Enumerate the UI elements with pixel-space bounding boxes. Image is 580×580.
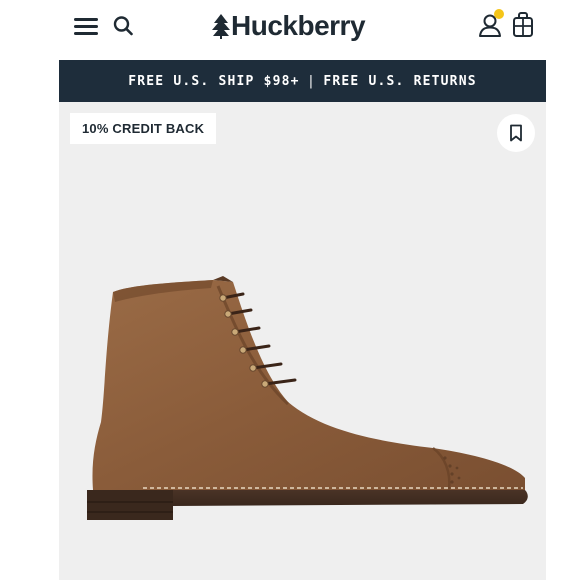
product-image-area[interactable]: 10% CREDIT BACK	[59, 102, 546, 580]
tree-icon	[212, 14, 230, 39]
menu-line	[74, 18, 98, 21]
product-boot-image	[87, 276, 528, 520]
menu-line	[74, 25, 98, 28]
brand-name: Huckberry	[231, 10, 366, 41]
notification-dot	[494, 9, 504, 19]
site-header: Huckberry	[0, 0, 580, 60]
user-icon[interactable]	[476, 8, 508, 40]
promo-banner[interactable]: FREE U.S. SHIP $98+ | FREE U.S. RETURNS	[59, 60, 546, 102]
credit-back-badge: 10% CREDIT BACK	[70, 113, 217, 144]
bag-icon[interactable]	[508, 10, 538, 40]
promo-separator: |	[308, 73, 315, 89]
hamburger-menu-icon[interactable]	[72, 14, 100, 38]
brand-logo[interactable]: Huckberry	[212, 8, 366, 44]
bookmark-button[interactable]	[497, 114, 535, 152]
search-icon-graphic	[113, 16, 133, 36]
bookmark-icon	[510, 124, 522, 142]
shipping-promo: FREE U.S. SHIP $98+	[128, 73, 300, 89]
menu-line	[74, 32, 98, 35]
credit-back-label: 10% CREDIT BACK	[82, 121, 205, 136]
returns-promo: FREE U.S. RETURNS	[323, 73, 477, 89]
cart-icon-graphic	[513, 12, 533, 37]
account-icon-graphic	[479, 9, 504, 37]
search-icon[interactable]	[110, 12, 138, 40]
